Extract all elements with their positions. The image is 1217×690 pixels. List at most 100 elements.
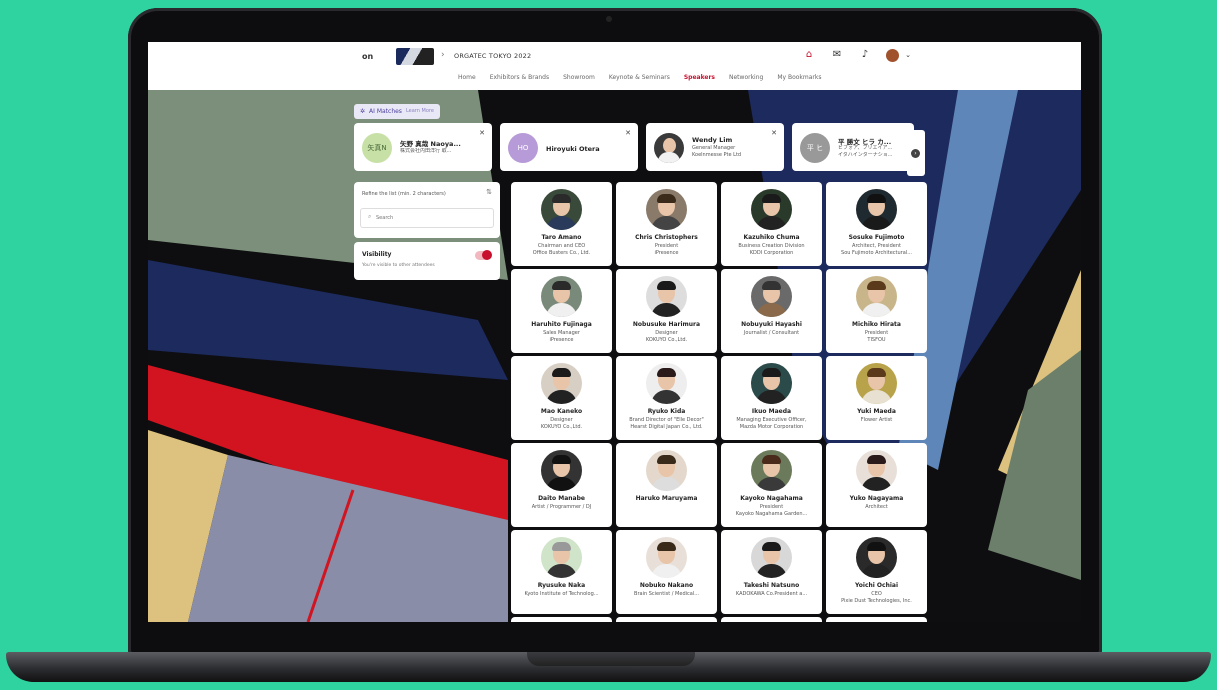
speaker-name: Haruhito Fujinaga	[531, 321, 592, 328]
speaker-photo	[541, 450, 582, 491]
nav-exhibitors[interactable]: Exhibitors & Brands	[490, 74, 549, 81]
match-card[interactable]: 矢真N 矢野 真哉 Naoya... 株式会社内田洋行 取... ✕	[354, 123, 492, 171]
match-name: Wendy Lim	[692, 136, 733, 144]
match-avatar: HO	[508, 133, 538, 163]
speaker-photo	[751, 537, 792, 578]
close-icon[interactable]: ✕	[771, 129, 777, 137]
filter-icon[interactable]: ⇅	[486, 188, 492, 196]
speaker-photo	[751, 189, 792, 230]
visibility-toggle[interactable]	[475, 250, 492, 260]
speaker-name: Sosuke Fujimoto	[848, 234, 905, 241]
speaker-title: CEO	[871, 591, 882, 597]
speaker-title: Chairman and CEO	[537, 243, 586, 249]
speaker-title: Kyoto Institute of Technolog...	[524, 591, 599, 597]
speaker-name: Nobuyuki Hayashi	[741, 321, 802, 328]
speaker-photo	[646, 189, 687, 230]
learn-more-link[interactable]: Learn More	[406, 104, 434, 119]
speaker-name: Ryusuke Naka	[537, 582, 586, 589]
speaker-name: Yuki Maeda	[857, 408, 896, 415]
speaker-card[interactable]: Nobusuke Harimura Designer KOKUYO Co.,Ltd.	[616, 269, 717, 353]
speaker-company: Sou Fujimoto Architectural...	[841, 250, 912, 256]
speaker-title: Business Creation Division	[738, 243, 805, 249]
speaker-photo	[751, 363, 792, 404]
next-matches-button[interactable]: ›	[907, 130, 925, 176]
speaker-card[interactable]: Yuko Nagayama Architect	[826, 443, 927, 527]
match-card[interactable]: 平 ヒ 平 勝文 ヒラ カ... ビフォア、フリエイア... イタハインターナシ…	[792, 123, 914, 171]
logo[interactable]: on	[362, 52, 373, 61]
match-subtitle: 株式会社内田洋行 取...	[400, 148, 452, 154]
speaker-card[interactable]: Ikuo Maeda Managing Executive Officer, Maz…	[721, 356, 822, 440]
speaker-photo	[856, 537, 897, 578]
nav-networking[interactable]: Networking	[729, 74, 763, 81]
speaker-name: Yuko Nagayama	[849, 495, 904, 502]
speaker-name: Ryuko Kida	[647, 408, 686, 415]
speaker-name: Ikuo Maeda	[751, 408, 792, 415]
speaker-card-partial[interactable]	[721, 617, 822, 622]
speaker-photo	[541, 276, 582, 317]
chat-icon[interactable]: ✉	[830, 48, 844, 62]
speaker-card[interactable]: Chris Christophers President iPresence	[616, 182, 717, 266]
match-name: Hiroyuki Otera	[546, 145, 600, 153]
user-avatar-icon[interactable]	[886, 48, 899, 62]
speaker-card[interactable]: Michiko Hirata President TISFOU	[826, 269, 927, 353]
nav-speakers[interactable]: Speakers	[684, 74, 715, 81]
home-icon[interactable]: ⌂	[802, 48, 816, 62]
speaker-name: Taro Amano	[541, 234, 582, 241]
speaker-photo	[646, 450, 687, 491]
speaker-card[interactable]: Ryusuke Naka Kyoto Institute of Technolog…	[511, 530, 612, 614]
speaker-name: Nobuko Nakano	[639, 582, 694, 589]
speaker-card[interactable]: Kazuhiko Chuma Business Creation Division…	[721, 182, 822, 266]
bell-icon[interactable]: ♪	[858, 48, 872, 62]
speaker-photo	[541, 189, 582, 230]
speaker-card[interactable]: Kayoko Nagahama President Kayoko Nagahama …	[721, 443, 822, 527]
match-card[interactable]: HO Hiroyuki Otera ✕	[500, 123, 638, 171]
match-subtitle: General Manager	[692, 145, 736, 151]
speaker-card[interactable]: Yuki Maeda Flower Artist	[826, 356, 927, 440]
match-company: Koelnmesse Pte Ltd	[692, 152, 742, 158]
speaker-title: Artist / Programmer / DJ	[531, 504, 592, 510]
speaker-grid: Taro Amano Chairman and CEO Office Busters…	[511, 182, 927, 614]
speaker-card[interactable]: Nobuyuki Hayashi Journalist / Consultant	[721, 269, 822, 353]
speaker-name: Takeshi Natsuno	[743, 582, 800, 589]
speaker-card[interactable]: Takeshi Natsuno KADOKAWA Co.President a..…	[721, 530, 822, 614]
speaker-card-partial[interactable]	[826, 617, 927, 622]
nav-keynote[interactable]: Keynote & Seminars	[609, 74, 670, 81]
speaker-card[interactable]: Yoichi Ochiai CEO Pixie Dust Technologies,…	[826, 530, 927, 614]
refine-label: Refine the list (min. 2 characters)	[362, 191, 446, 197]
speaker-photo	[856, 276, 897, 317]
nav-showroom[interactable]: Showroom	[563, 74, 595, 81]
event-thumbnail[interactable]	[396, 48, 434, 65]
sparkle-icon: ✲	[360, 108, 366, 115]
nav-bookmarks[interactable]: My Bookmarks	[777, 74, 821, 81]
close-icon[interactable]: ✕	[625, 129, 631, 137]
speaker-card[interactable]: Daito Manabe Artist / Programmer / DJ	[511, 443, 612, 527]
match-subtitle: ビフォア、フリエイア...	[838, 145, 893, 151]
speaker-card[interactable]: Haruhito Fujinaga Sales Manager iPresence	[511, 269, 612, 353]
speaker-photo	[541, 363, 582, 404]
speaker-company: Kayoko Nagahama Garden...	[735, 511, 808, 517]
event-title[interactable]: ORGATEC TOKYO 2022	[454, 52, 531, 60]
speaker-card[interactable]: Sosuke Fujimoto Architect, President Sou F…	[826, 182, 927, 266]
speaker-card[interactable]: Mao Kaneko Designer KOKUYO Co.,Ltd.	[511, 356, 612, 440]
match-avatar	[654, 133, 684, 163]
grid-next-row	[511, 617, 927, 622]
chevron-down-icon[interactable]: ⌄	[901, 48, 915, 62]
speaker-card-partial[interactable]	[616, 617, 717, 622]
speaker-title: Architect, President	[852, 243, 901, 249]
speaker-photo	[646, 363, 687, 404]
speaker-title: KADOKAWA Co.President a...	[735, 591, 808, 597]
speaker-card[interactable]: Haruko Maruyama	[616, 443, 717, 527]
speaker-card[interactable]: Taro Amano Chairman and CEO Office Busters…	[511, 182, 612, 266]
speaker-photo	[856, 363, 897, 404]
match-name: 矢野 真哉 Naoya...	[400, 140, 461, 148]
match-card[interactable]: Wendy Lim General Manager Koelnmesse Pte…	[646, 123, 784, 171]
speaker-card[interactable]: Nobuko Nakano Brain Scientist / Medical..…	[616, 530, 717, 614]
nav-home[interactable]: Home	[458, 74, 476, 81]
speaker-card[interactable]: Ryuko Kida Brand Director of "Elle Decor"…	[616, 356, 717, 440]
close-icon[interactable]: ✕	[479, 129, 485, 137]
search-input[interactable]	[376, 212, 486, 224]
match-avatar: 矢真N	[362, 133, 392, 163]
speaker-photo	[541, 537, 582, 578]
speaker-card-partial[interactable]	[511, 617, 612, 622]
search-box[interactable]: ⌕	[360, 208, 494, 228]
